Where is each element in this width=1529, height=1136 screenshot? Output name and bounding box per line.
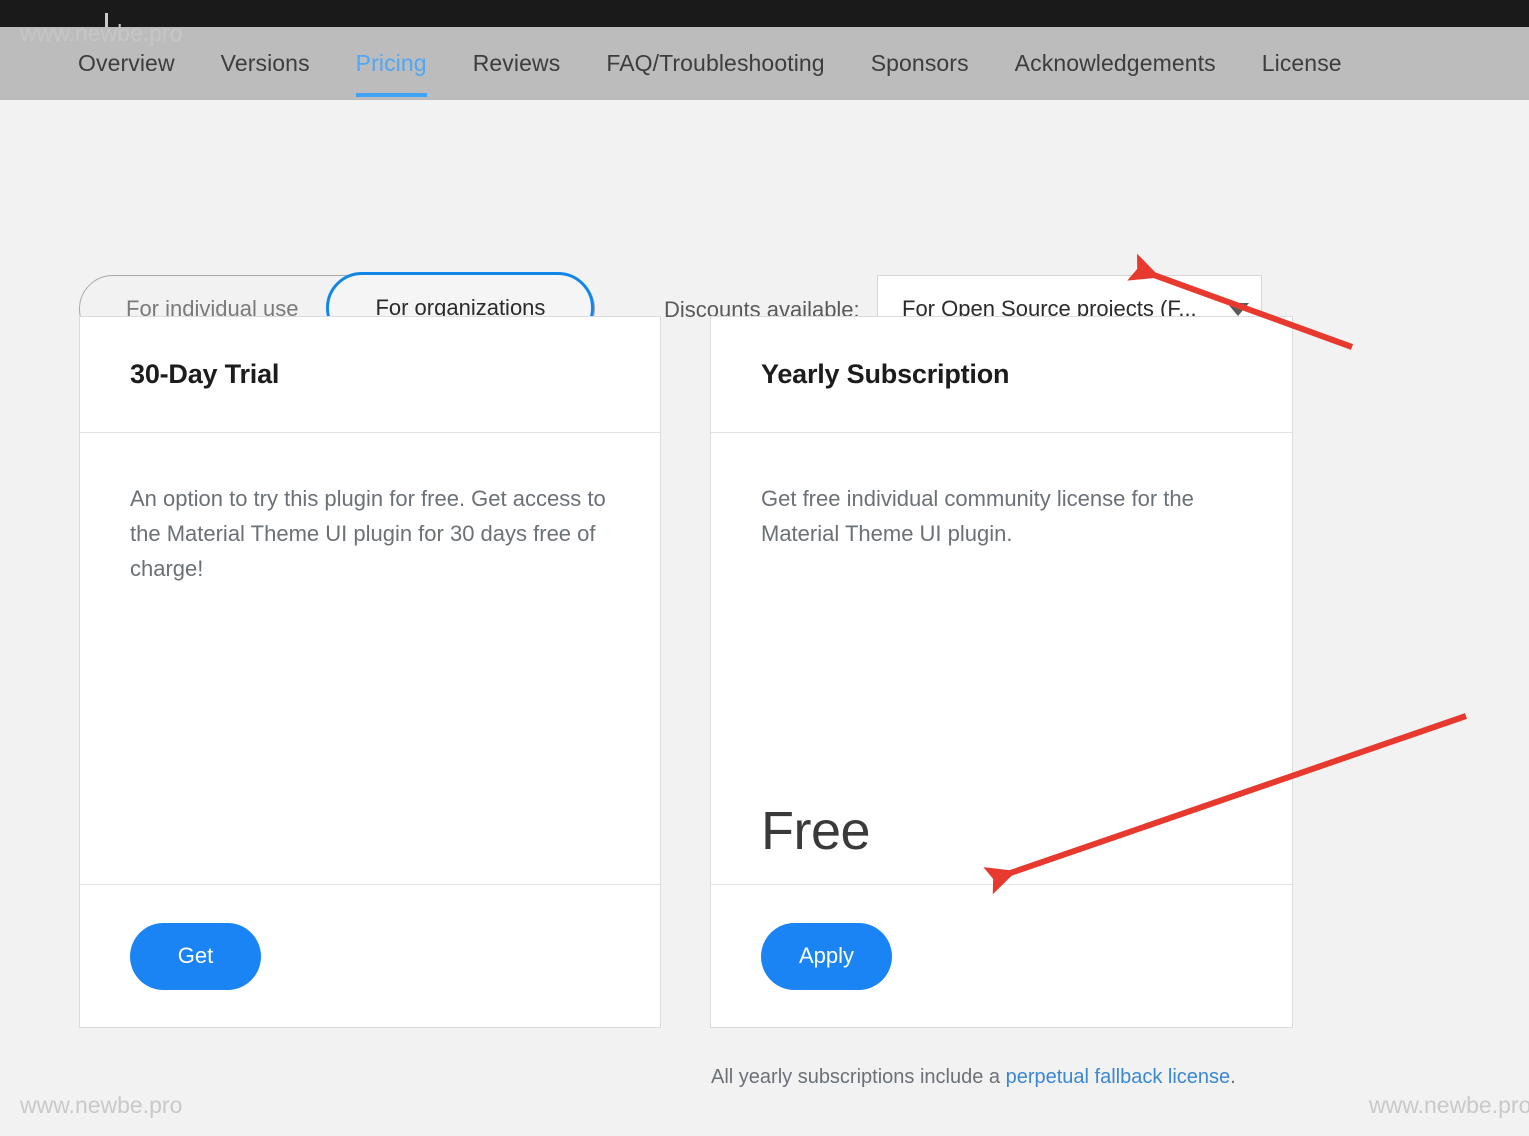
nav-tab-overview[interactable]: Overview — [78, 27, 175, 100]
pricing-controls-row: For individual use For organizations Dis… — [0, 100, 1529, 344]
pricing-card-header: 30-Day Trial — [80, 317, 660, 433]
fallback-license-footnote: All yearly subscriptions include a perpe… — [711, 1066, 1236, 1089]
nav-tab-sponsors[interactable]: Sponsors — [871, 27, 969, 100]
nav-tab-label: Pricing — [355, 50, 427, 76]
nav-tab-reviews[interactable]: Reviews — [473, 27, 561, 100]
watermark-bottom-right: www.newbe.pro — [1369, 1092, 1529, 1118]
get-button[interactable]: Get — [130, 922, 261, 990]
nav-tab-label: Acknowledgements — [1014, 50, 1216, 76]
footnote-prefix: All yearly subscriptions include a — [711, 1066, 1006, 1088]
nav-tab-pricing[interactable]: Pricing — [355, 27, 427, 100]
pricing-card-trial: 30-Day Trial An option to try this plugi… — [79, 316, 661, 1028]
nav-tab-label: Versions — [220, 50, 310, 76]
footnote-suffix: . — [1230, 1066, 1236, 1088]
top-strip-marker — [105, 13, 108, 27]
pricing-card-yearly-subscription: Yearly Subscription Get free individual … — [710, 316, 1293, 1028]
nav-tab-license[interactable]: License — [1262, 27, 1342, 100]
nav-tab-faq-troubleshooting[interactable]: FAQ/Troubleshooting — [606, 27, 824, 100]
nav-tab-label: Overview — [78, 50, 175, 76]
pricing-card-description: Get free individual community license fo… — [761, 486, 1194, 546]
pricing-card-description: An option to try this plugin for free. G… — [130, 486, 606, 581]
nav-tab-versions[interactable]: Versions — [221, 27, 310, 100]
pricing-card-header: Yearly Subscription — [711, 317, 1292, 433]
nav-tab-label: FAQ/Troubleshooting — [606, 50, 825, 76]
plugin-page-navbar: Overview Versions Pricing Reviews FAQ/Tr… — [0, 27, 1529, 100]
nav-tab-acknowledgements[interactable]: Acknowledgements — [1015, 27, 1216, 100]
pricing-card-title: Yearly Subscription — [761, 359, 1010, 389]
pricing-card-price: Free — [761, 801, 871, 861]
nav-tab-label: Sponsors — [870, 50, 969, 76]
pricing-card-body: Get free individual community license fo… — [711, 433, 1292, 884]
pricing-card-footer: Get — [80, 884, 660, 1027]
nav-tab-label: License — [1261, 50, 1342, 76]
pricing-card-footer: Apply — [711, 884, 1292, 1027]
chevron-down-icon — [1215, 302, 1261, 316]
pricing-card-title: 30-Day Trial — [130, 359, 280, 389]
watermark-bottom-left: www.newbe.pro — [20, 1092, 183, 1118]
perpetual-fallback-license-link[interactable]: perpetual fallback license — [1006, 1066, 1231, 1088]
pricing-card-body: An option to try this plugin for free. G… — [80, 433, 660, 884]
apply-button[interactable]: Apply — [761, 922, 892, 990]
nav-tab-label: Reviews — [472, 50, 561, 76]
browser-top-strip — [0, 0, 1529, 27]
